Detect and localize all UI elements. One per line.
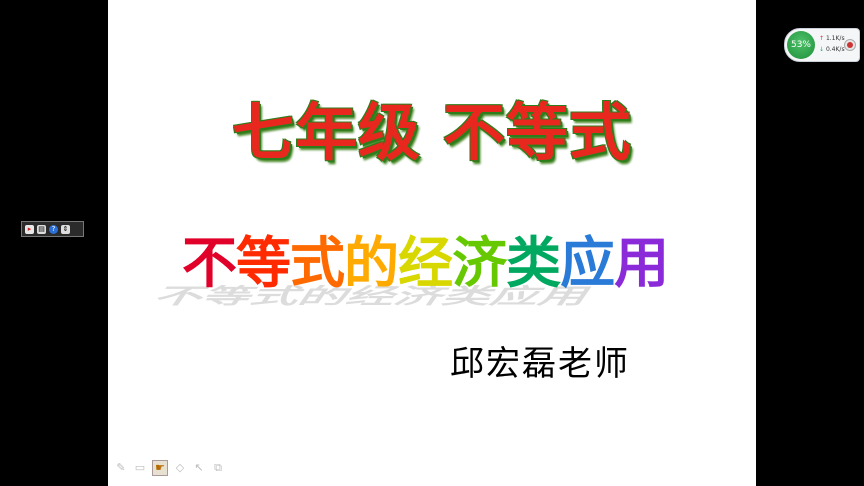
- side-toolbar: ▸ ▤ ? ⇕: [21, 221, 84, 237]
- pointer-icon[interactable]: ▸: [25, 224, 34, 234]
- download-arrow-icon: ↓: [819, 46, 825, 53]
- subtitle-char: 的: [344, 231, 399, 295]
- accelerate-button-icon[interactable]: [844, 39, 856, 51]
- help-icon[interactable]: ?: [49, 224, 58, 234]
- title-topic: 不等式: [443, 96, 633, 169]
- title-grade: 七年级: [231, 96, 421, 169]
- system-monitor-widget[interactable]: 53% ↑ 1.1K/s ↓ 0.4K/s: [784, 28, 860, 62]
- download-speed: ↓ 0.4K/s: [819, 46, 845, 53]
- scroll-arrows-icon[interactable]: ⇕: [61, 224, 70, 234]
- subtitle-char: 等: [236, 231, 291, 295]
- screen-tool-icon[interactable]: ⧉: [211, 461, 225, 475]
- screen-icon[interactable]: ▭: [133, 461, 147, 475]
- subtitle-char: 济: [452, 231, 507, 295]
- slide-title: 七年级 不等式: [0, 82, 864, 172]
- upload-speed: ↑ 1.1K/s: [819, 35, 845, 42]
- bottom-toolbar: ✎ ▭ ☛ ◇ ↖ ⧉: [114, 460, 225, 476]
- pen-icon[interactable]: ✎: [114, 461, 128, 475]
- subtitle-char: 类: [506, 231, 561, 295]
- document-icon[interactable]: ▤: [37, 224, 46, 234]
- cpu-usage-gauge: 53%: [787, 31, 815, 59]
- subtitle-char: 式: [290, 231, 345, 295]
- subtitle-char: 不: [182, 231, 237, 295]
- download-speed-value: 0.4K/s: [825, 46, 845, 53]
- author-name: 邱宏磊老师: [450, 344, 630, 384]
- slide-subtitle: 不等式的经济类应用: [182, 218, 669, 298]
- upload-speed-value: 1.1K/s: [825, 35, 845, 42]
- subtitle-char: 应: [560, 231, 615, 295]
- arrow-icon[interactable]: ↖: [192, 461, 206, 475]
- upload-arrow-icon: ↑: [819, 35, 825, 42]
- subtitle-char: 用: [614, 231, 669, 295]
- subtitle-char: 经: [398, 231, 453, 295]
- pointer-hand-icon[interactable]: ☛: [152, 460, 168, 476]
- eraser-icon[interactable]: ◇: [173, 461, 187, 475]
